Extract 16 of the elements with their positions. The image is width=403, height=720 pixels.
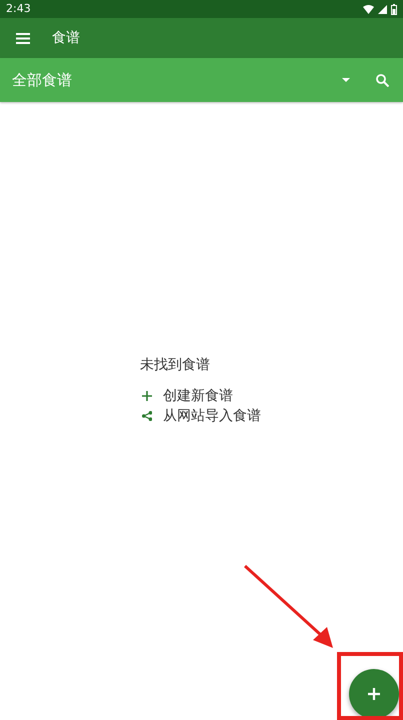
plus-icon: [368, 688, 380, 700]
add-button[interactable]: [349, 669, 399, 719]
search-icon[interactable]: [376, 74, 389, 86]
menu-button[interactable]: [16, 32, 30, 44]
empty-message: 未找到食谱: [140, 356, 211, 375]
dropdown-caret-icon[interactable]: [342, 78, 350, 82]
action-link[interactable]: 从网站导入食谱: [163, 406, 261, 426]
action-link[interactable]: 创建新食谱: [163, 386, 233, 406]
plus-icon: [142, 391, 152, 401]
status-time: 2:43: [6, 0, 31, 17]
app-title: 食谱: [52, 28, 80, 48]
signal-icon: [378, 4, 387, 14]
battery-icon: [391, 4, 397, 14]
highlight-frame: [337, 652, 403, 720]
share-icon: [142, 411, 152, 421]
wifi-icon: [363, 4, 374, 14]
